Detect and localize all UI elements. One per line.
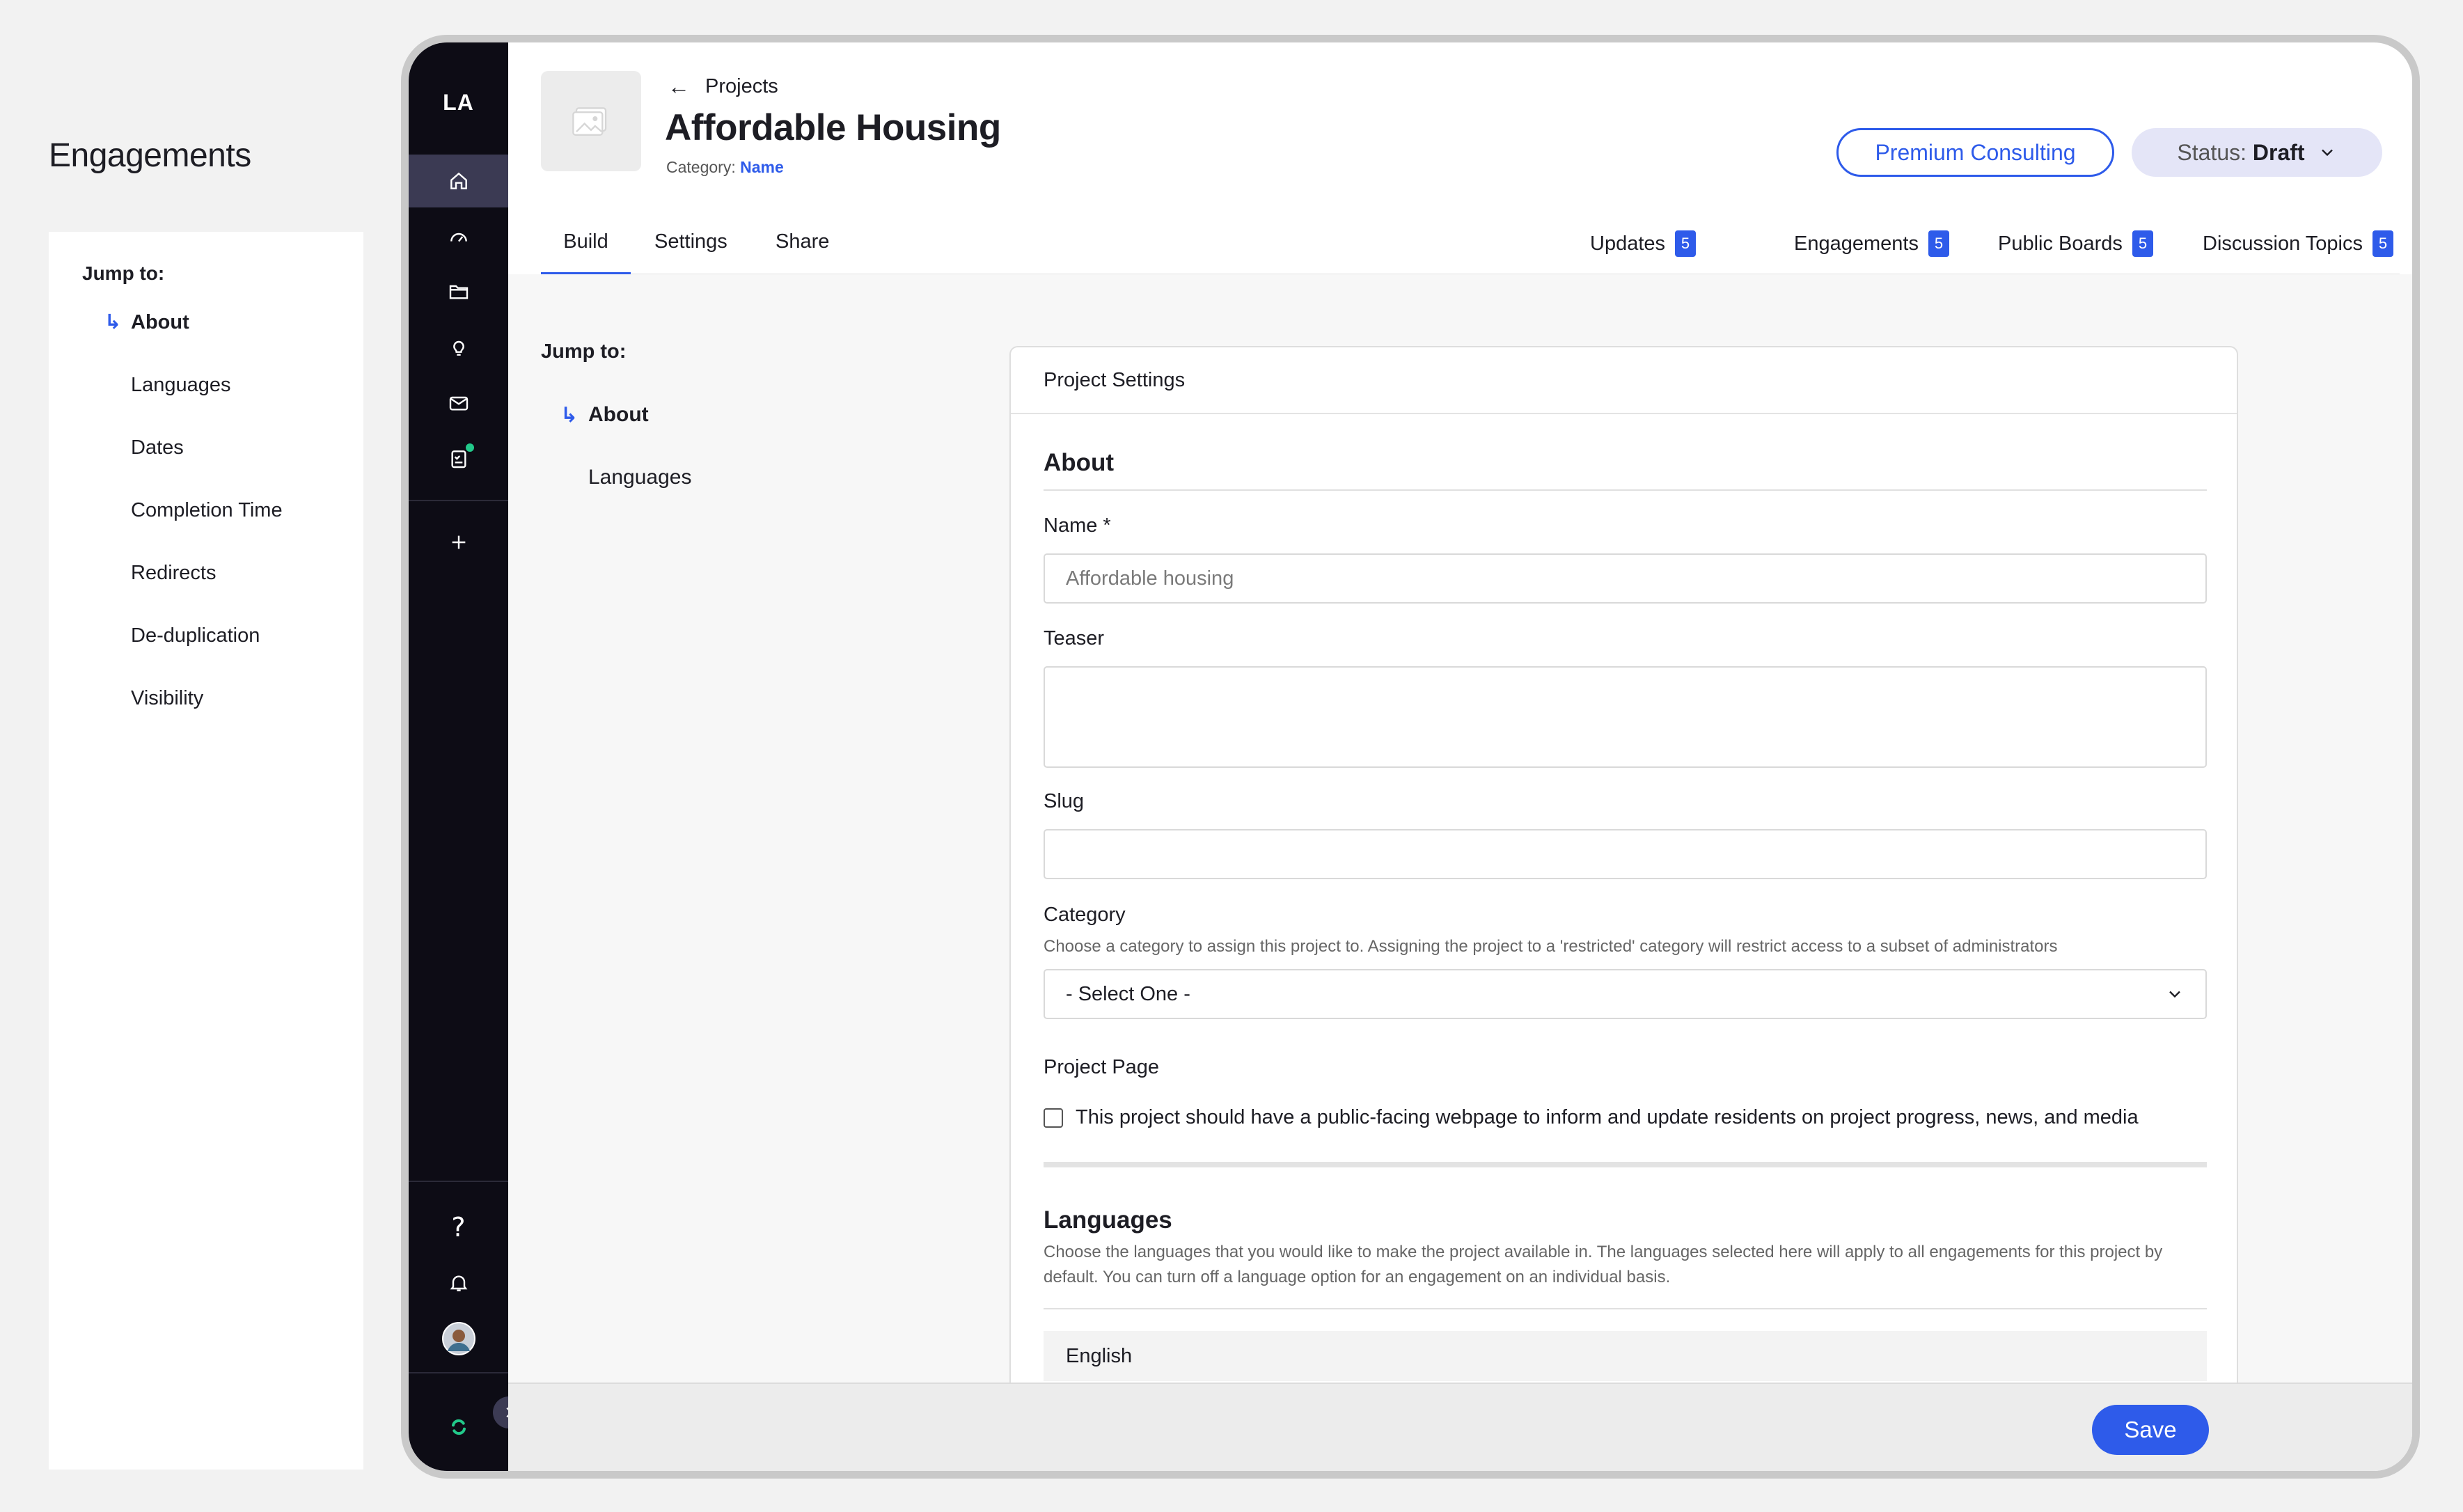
- tab-share[interactable]: Share: [776, 230, 829, 272]
- category-label: Category:: [666, 158, 736, 176]
- name-label: Name *: [1044, 514, 1111, 537]
- return-arrow-icon: ↳: [560, 404, 579, 427]
- chevron-down-icon: [2169, 991, 2180, 998]
- arrow-left-icon: ←: [668, 74, 690, 99]
- project-page-checkbox[interactable]: [1044, 1108, 1063, 1128]
- project-settings-card: Project Settings About Name * Affordable…: [1009, 346, 2238, 1460]
- category-value-link[interactable]: Name: [740, 158, 784, 176]
- save-button[interactable]: Save: [2092, 1405, 2209, 1455]
- sidebar-rail: LA ?: [409, 42, 508, 1471]
- notification-dot: [466, 443, 474, 452]
- project-page-label: Project Page: [1044, 1056, 1160, 1078]
- return-arrow-icon: ↳: [104, 311, 122, 333]
- teaser-label: Teaser: [1044, 627, 1105, 649]
- bell-icon[interactable]: [409, 1257, 508, 1309]
- checklist-icon[interactable]: [409, 432, 508, 485]
- card-header: Project Settings: [1011, 347, 2237, 414]
- project-thumbnail[interactable]: [541, 71, 641, 171]
- outer-jump-item-languages[interactable]: Languages: [131, 364, 283, 427]
- jump-to-label: Jump to:: [541, 340, 627, 363]
- count-badge: 5: [2372, 230, 2393, 257]
- image-placeholder-icon: [572, 107, 607, 136]
- slug-label: Slug: [1044, 790, 1085, 812]
- section-divider: [1044, 1308, 2207, 1309]
- outer-jump-item-dates[interactable]: Dates: [131, 427, 283, 489]
- premium-consulting-button[interactable]: Premium Consulting: [1836, 128, 2114, 177]
- tab-build[interactable]: Build: [541, 230, 631, 275]
- outer-jump-item-label: About: [131, 311, 189, 333]
- tab-public-boards[interactable]: Public Boards 5: [1998, 230, 2153, 257]
- status-dropdown[interactable]: Status: Draft: [2132, 128, 2382, 177]
- count-badge: 5: [1928, 230, 1949, 257]
- outer-jump-panel: Jump to: ↳ About Languages Dates Completi…: [49, 232, 363, 1470]
- category-field-label: Category: [1044, 904, 1126, 926]
- back-to-projects-link[interactable]: ← Projects: [668, 74, 778, 100]
- lightbulb-icon[interactable]: [409, 321, 508, 374]
- rail-divider: [409, 1372, 508, 1373]
- help-icon[interactable]: ?: [409, 1201, 508, 1254]
- project-category: Category: Name: [666, 158, 784, 177]
- mail-icon[interactable]: [409, 377, 508, 430]
- tab-label: Updates: [1590, 232, 1666, 255]
- plus-icon[interactable]: [409, 516, 508, 569]
- teaser-textarea[interactable]: [1044, 666, 2207, 768]
- language-row-english[interactable]: English: [1044, 1331, 2207, 1381]
- tab-engagements[interactable]: Engagements 5: [1794, 230, 1949, 257]
- footer-bar: Save: [508, 1383, 2412, 1471]
- section-divider: [1044, 1162, 2207, 1167]
- outer-jump-label: Jump to:: [82, 262, 165, 284]
- name-input[interactable]: Affordable housing: [1044, 553, 2207, 604]
- avatar[interactable]: [409, 1312, 508, 1365]
- outer-jump-item-de-duplication[interactable]: De-duplication: [131, 615, 283, 677]
- tab-label: Discussion Topics: [2203, 232, 2363, 255]
- outer-jump-item-redirects[interactable]: Redirects: [131, 552, 283, 615]
- tab-settings[interactable]: Settings: [654, 230, 727, 272]
- rail-divider: [409, 1181, 508, 1182]
- back-link-label: Projects: [705, 75, 778, 97]
- rail-divider: [409, 500, 508, 501]
- outer-jump-item-visibility[interactable]: Visibility: [131, 677, 283, 740]
- status-label: Status:: [2177, 139, 2247, 165]
- chevron-down-icon: [2321, 149, 2333, 157]
- main-content: Jump to: ↳ About Languages Project Settin…: [508, 274, 2412, 1460]
- tab-bar: Build Settings Share Updates 5 Engagemen…: [541, 230, 2400, 275]
- tab-label: Engagements: [1794, 232, 1919, 255]
- help-glyph: ?: [451, 1212, 466, 1243]
- folder-icon[interactable]: [409, 265, 508, 318]
- category-select-value: - Select One -: [1066, 982, 1190, 1005]
- jump-item-languages[interactable]: Languages: [588, 466, 691, 528]
- section-title-about: About: [1044, 449, 1115, 476]
- count-badge: 5: [1675, 230, 1697, 257]
- jump-item-about[interactable]: ↳ About: [560, 403, 691, 466]
- outer-jump-item-about[interactable]: ↳ About: [104, 301, 283, 364]
- section-divider: [1044, 489, 2207, 491]
- checkbox-label: This project should have a public-facing…: [1076, 1106, 2139, 1128]
- page-title: Engagements: [49, 137, 251, 174]
- status-value: Draft: [2252, 139, 2305, 165]
- jump-item-label: About: [588, 403, 649, 426]
- category-help-text: Choose a category to assign this project…: [1044, 937, 2058, 956]
- dashboard-icon[interactable]: [409, 210, 508, 263]
- tab-discussion-topics[interactable]: Discussion Topics 5: [2203, 230, 2393, 257]
- project-title: Affordable Housing: [665, 107, 1001, 148]
- slug-input[interactable]: [1044, 829, 2207, 879]
- tab-label: Public Boards: [1998, 232, 2123, 255]
- category-select[interactable]: - Select One -: [1044, 969, 2207, 1019]
- project-page-checkbox-row[interactable]: This project should have a public-facing…: [1044, 1106, 2139, 1129]
- org-logo[interactable]: LA: [409, 90, 508, 116]
- app-window: LA ? ← Projects Affordable Housing Categ…: [401, 35, 2420, 1479]
- tab-updates[interactable]: Updates 5: [1590, 230, 1697, 257]
- languages-help-text: Choose the languages that you would like…: [1044, 1243, 2163, 1286]
- section-title-languages: Languages: [1044, 1206, 1172, 1234]
- home-icon[interactable]: [409, 155, 508, 207]
- outer-jump-item-completion-time[interactable]: Completion Time: [131, 489, 283, 552]
- count-badge: 5: [2132, 230, 2153, 257]
